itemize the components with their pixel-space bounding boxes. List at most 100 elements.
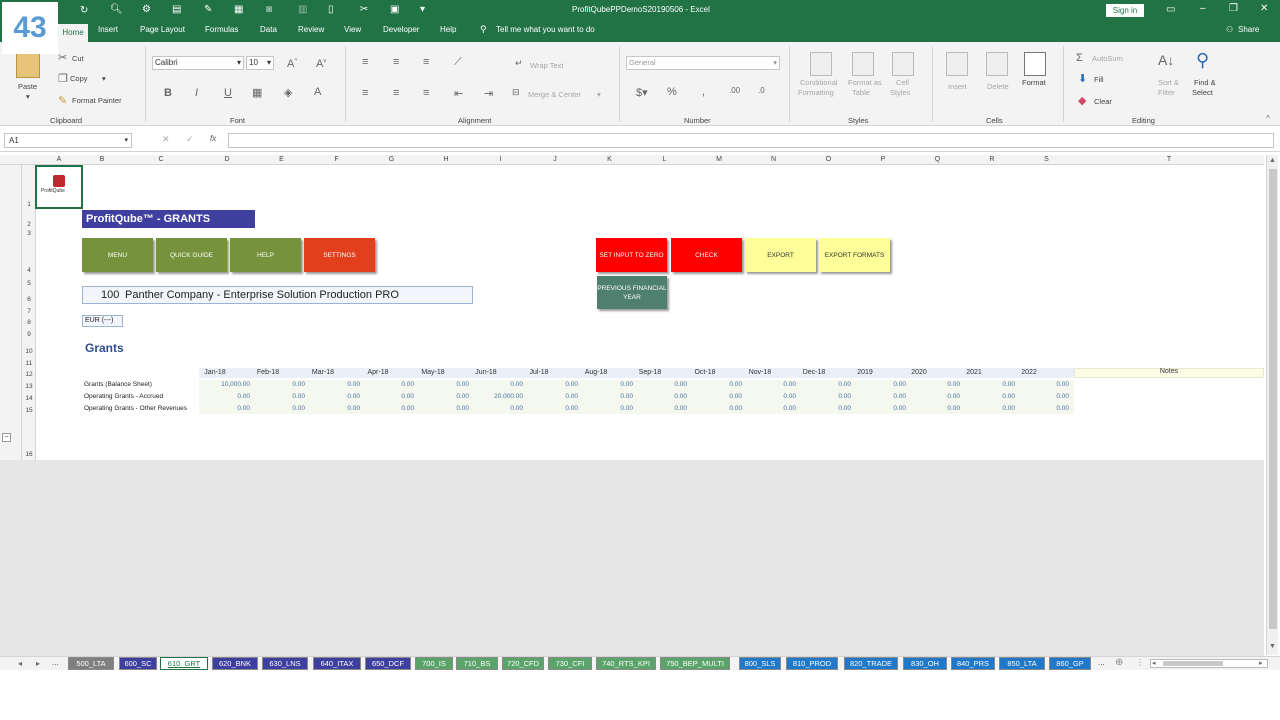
align-bottom-icon[interactable]: ≡ <box>423 56 429 68</box>
tab-developer[interactable]: Developer <box>383 25 419 34</box>
sheet-tab-700-is[interactable]: 700_IS <box>415 657 453 670</box>
table-cell[interactable]: 0.00 <box>583 405 633 412</box>
sheet-tab-840-prs[interactable]: 840_PRS <box>951 657 995 670</box>
collapse-group-icon[interactable]: − <box>2 433 11 442</box>
chart-icon[interactable]: ▥ <box>298 4 307 15</box>
share-icon[interactable]: ⚇ <box>1226 25 1233 34</box>
col-header-o[interactable]: O <box>801 155 856 165</box>
col-header-p[interactable]: P <box>856 155 910 165</box>
set-input-to-zero-button[interactable]: SET INPUT TO ZERO <box>596 238 667 272</box>
increase-decimal-icon[interactable]: .00 <box>729 86 740 95</box>
autosum-button[interactable]: AutoSum <box>1092 54 1123 63</box>
scroll-tabs-left-icon[interactable]: ◂ <box>18 659 22 668</box>
col-header-l[interactable]: L <box>637 155 692 165</box>
copy-icon[interactable]: ❐ <box>58 72 68 85</box>
close-icon[interactable]: ✕ <box>1260 3 1268 14</box>
number-format-select[interactable]: General ▾ <box>626 56 780 70</box>
align-top-icon[interactable]: ≡ <box>362 56 368 68</box>
col-header-c[interactable]: C <box>122 155 200 165</box>
delete-cells-button[interactable]: Delete <box>987 82 1009 91</box>
underline-icon[interactable]: U <box>224 87 232 99</box>
decrease-decimal-icon[interactable]: .0 <box>758 86 765 95</box>
align-middle-icon[interactable]: ≡ <box>393 56 399 68</box>
table-cell[interactable]: 20,000.00 <box>473 393 523 400</box>
table-cell[interactable]: 0.00 <box>364 405 414 412</box>
document-icon[interactable]: ▯ <box>328 4 334 15</box>
cancel-icon[interactable]: ✕ <box>162 134 170 145</box>
wrap-text-icon[interactable]: ↵ <box>515 58 523 69</box>
italic-icon[interactable]: I <box>195 87 198 99</box>
table-cell[interactable]: 0.00 <box>692 405 742 412</box>
settings-button[interactable]: SETTINGS <box>304 238 375 272</box>
row-header-12[interactable]: 12 <box>22 371 36 378</box>
conditional-formatting-icon[interactable] <box>810 52 832 76</box>
table-cell[interactable]: 0.00 <box>965 381 1015 388</box>
table-cell[interactable]: 0.00 <box>310 393 360 400</box>
col-header-s[interactable]: S <box>1019 155 1074 165</box>
orientation-icon[interactable]: ⟋ <box>454 56 462 69</box>
row-header-13[interactable]: 13 <box>22 383 36 390</box>
table-cell[interactable]: 0.00 <box>856 405 906 412</box>
row-header-4[interactable]: 4 <box>22 267 36 274</box>
table-cell[interactable]: 0.00 <box>310 381 360 388</box>
table-cell[interactable]: 0.00 <box>473 381 523 388</box>
form-icon[interactable]: ▤ <box>172 4 181 15</box>
scroll-up-icon[interactable]: ▲ <box>1269 157 1276 164</box>
horizontal-scrollbar[interactable]: ◂ ▸ <box>1150 659 1268 668</box>
borders-icon[interactable]: ▦ <box>252 86 262 99</box>
more-tabs-right[interactable]: ... <box>1098 658 1105 667</box>
tab-insert[interactable]: Insert <box>98 25 118 34</box>
currency-icon[interactable]: $▾ <box>636 86 648 99</box>
table-cell[interactable]: 0.00 <box>528 393 578 400</box>
sheet-tab-600-sc[interactable]: 600_SC <box>119 657 157 670</box>
sheet-tab-810-prod[interactable]: 810_PROD <box>786 657 838 670</box>
fill-icon[interactable]: ⬇ <box>1078 72 1087 85</box>
insert-function-icon[interactable]: fx <box>210 134 216 143</box>
sheet-tab-710-bs[interactable]: 710_BS <box>456 657 498 670</box>
table-cell[interactable]: 0.00 <box>364 393 414 400</box>
decrease-indent-icon[interactable]: ⇤ <box>454 87 463 100</box>
sheet-tab-820-trade[interactable]: 820_TRADE <box>844 657 898 670</box>
eraser-icon[interactable]: ◆ <box>1078 94 1086 107</box>
hscroll-thumb[interactable] <box>1163 661 1223 666</box>
tab-page-layout[interactable]: Page Layout <box>140 25 185 34</box>
sheet-tab-860-gp[interactable]: 860_GP <box>1049 657 1091 670</box>
delete-cells-icon[interactable] <box>986 52 1008 76</box>
increase-indent-icon[interactable]: ⇥ <box>484 87 493 100</box>
wrap-text-button[interactable]: Wrap Text <box>530 61 564 70</box>
hscroll-right-icon[interactable]: ▸ <box>1259 659 1263 667</box>
row-header-16[interactable]: 16 <box>22 451 36 458</box>
formula-input[interactable] <box>228 133 1274 148</box>
sheet-tab-730-cfi[interactable]: 730_CFI <box>548 657 592 670</box>
table-cell[interactable]: 0.00 <box>856 381 906 388</box>
menu-button[interactable]: MENU <box>82 238 153 272</box>
find-icon[interactable]: ⚲ <box>1196 50 1209 71</box>
decrease-font-icon[interactable]: Av <box>316 58 326 70</box>
col-header-a[interactable]: A <box>36 155 82 165</box>
collapse-ribbon-icon[interactable]: ^ <box>1266 114 1270 123</box>
format-painter-button[interactable]: Format Painter <box>72 96 122 105</box>
format-cells-icon[interactable] <box>1024 52 1046 76</box>
table-cell[interactable]: 0.00 <box>692 381 742 388</box>
share-button[interactable]: Share <box>1238 25 1259 34</box>
previous-financial-year-button[interactable]: PREVIOUS FINANCIAL YEAR <box>597 276 667 309</box>
table-cell[interactable]: 0.00 <box>637 393 687 400</box>
name-box[interactable]: A1 ▾ <box>4 133 132 148</box>
table-cell[interactable]: 0.00 <box>637 381 687 388</box>
format-cells-button[interactable]: Format <box>1022 78 1046 87</box>
table-cell[interactable]: 0.00 <box>1019 405 1069 412</box>
insert-cells-button[interactable]: Insert <box>948 82 967 91</box>
conditional-formatting-button[interactable]: Conditional <box>800 78 838 87</box>
font-size-select[interactable]: 10 ▾ <box>246 56 274 70</box>
row-header-3[interactable]: 3 <box>22 230 36 237</box>
restore-icon[interactable]: ❐ <box>1229 3 1238 14</box>
table-cell[interactable]: 0.00 <box>364 381 414 388</box>
print-preview-icon[interactable]: 🔍︎ <box>110 4 123 15</box>
clear-button[interactable]: Clear <box>1094 97 1112 106</box>
calculator-icon[interactable]: ▦ <box>234 4 243 15</box>
col-header-f[interactable]: F <box>309 155 364 165</box>
format-painter-icon[interactable]: ✎ <box>58 94 67 107</box>
font-name-select[interactable]: Calibri ▾ <box>152 56 244 70</box>
col-header-g[interactable]: G <box>364 155 419 165</box>
table-cell[interactable]: 10,000.00 <box>200 381 250 388</box>
